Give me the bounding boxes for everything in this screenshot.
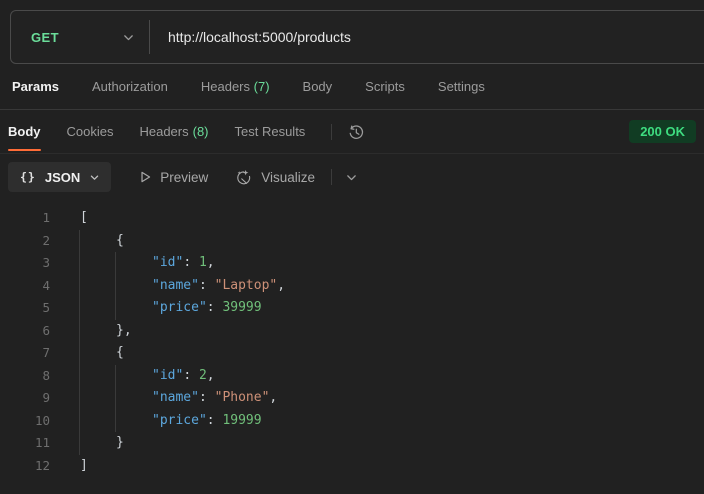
- indent-guide: [79, 364, 80, 387]
- code-line: 6},: [0, 319, 704, 342]
- line-number: 2: [42, 232, 50, 248]
- code-line: 11}: [0, 432, 704, 455]
- indent-guide: [79, 229, 80, 252]
- code-content: "name": "Laptop",: [79, 274, 704, 297]
- url-input[interactable]: http://localhost:5000/products: [150, 29, 351, 45]
- response-tab-cookies[interactable]: Cookies: [67, 110, 114, 153]
- line-number: 3: [42, 255, 50, 270]
- indent-guide: [79, 252, 80, 275]
- indent-guide: [79, 387, 80, 410]
- indent-guide: [115, 387, 116, 410]
- indent-guide: [115, 274, 116, 297]
- format-label: JSON: [44, 169, 81, 185]
- toolbar-divider: [331, 169, 333, 185]
- tab-scripts[interactable]: Scripts: [365, 79, 405, 94]
- status-badge: 200 OK: [629, 120, 696, 143]
- code-content: ]: [80, 457, 88, 473]
- tab-params[interactable]: Params: [12, 79, 59, 94]
- code-line: 4 "name": "Laptop",: [0, 274, 704, 297]
- more-options-button[interactable]: [345, 171, 358, 184]
- response-header: Body Cookies Headers (8) Test Results 200…: [0, 110, 704, 154]
- code-line: 8 "id": 2,: [0, 364, 704, 387]
- headers-count: (7): [253, 79, 270, 94]
- indent-guide: [115, 252, 116, 275]
- visualize-label: Visualize: [261, 169, 316, 185]
- line-number: 9: [42, 390, 50, 405]
- indent-guide: [115, 297, 116, 320]
- indent-guide: [79, 409, 80, 432]
- tab-headers[interactable]: Headers (7): [201, 79, 270, 94]
- code-content: "id": 2,: [79, 364, 704, 387]
- code-line: 2{: [0, 229, 704, 252]
- tab-body[interactable]: Body: [303, 79, 333, 94]
- code-line: 1[: [0, 207, 704, 230]
- history-icon: [346, 122, 366, 142]
- history-button[interactable]: [346, 110, 366, 153]
- chevron-down-icon: [345, 171, 358, 184]
- format-selector[interactable]: {} JSON: [8, 162, 112, 192]
- chevron-down-icon: [122, 31, 135, 44]
- request-url-bar: GET http://localhost:5000/products: [10, 10, 704, 64]
- code-content: {: [79, 342, 704, 365]
- code-content: {: [79, 229, 704, 252]
- line-number: 1: [42, 210, 50, 225]
- code-line: 7{: [0, 342, 704, 365]
- code-line: 3 "id": 1,: [0, 252, 704, 275]
- line-number: 10: [34, 412, 50, 428]
- indent-guide: [115, 409, 116, 432]
- method-label: GET: [31, 29, 59, 45]
- indent-guide: [79, 319, 80, 342]
- tab-settings[interactable]: Settings: [438, 79, 485, 94]
- chevron-down-icon: [89, 172, 100, 183]
- response-tab-body[interactable]: Body: [8, 110, 41, 153]
- tab-authorization[interactable]: Authorization: [92, 79, 168, 94]
- line-number: 12: [34, 457, 50, 473]
- code-content: }: [79, 432, 704, 455]
- curly-braces-icon: {}: [20, 170, 36, 184]
- response-header-divider: [331, 123, 333, 140]
- method-selector[interactable]: GET: [11, 11, 149, 63]
- sparkle-icon: [235, 168, 253, 186]
- code-line: 10 "price": 19999: [0, 409, 704, 432]
- indent-guide: [79, 297, 80, 320]
- code-area: 1[2{3 "id": 1, 4 "name": "Laptop", 5 "price":…: [0, 200, 704, 494]
- preview-label: Preview: [160, 169, 209, 185]
- code-content: "id": 1,: [79, 252, 704, 275]
- code-content: "price": 19999: [79, 409, 704, 432]
- response-tab-headers[interactable]: Headers (8): [139, 110, 208, 153]
- indent-guide: [115, 364, 116, 387]
- line-number: 5: [42, 300, 50, 315]
- code-content: "name": "Phone",: [79, 387, 704, 410]
- code-content: "price": 39999: [79, 297, 704, 320]
- indent-guide: [79, 342, 80, 365]
- play-icon: [138, 170, 152, 184]
- code-line: 5 "price": 39999: [0, 297, 704, 320]
- request-tabs: Params Authorization Headers (7) Body Sc…: [0, 64, 704, 110]
- code-line: 12]: [0, 455, 704, 478]
- line-number: 4: [42, 277, 50, 293]
- visualize-button[interactable]: Visualize: [235, 168, 315, 186]
- response-tab-test-results[interactable]: Test Results: [235, 110, 306, 153]
- line-number: 8: [42, 367, 50, 383]
- preview-button[interactable]: Preview: [138, 170, 208, 185]
- line-number: 6: [42, 322, 50, 338]
- indent-guide: [79, 432, 80, 455]
- indent-guide: [79, 274, 80, 297]
- code-content: },: [79, 319, 704, 342]
- response-view-toolbar: {} JSON Preview Visualize: [0, 154, 704, 200]
- code-content: [: [80, 210, 88, 225]
- line-number: 7: [42, 345, 50, 360]
- code-line: 9 "name": "Phone",: [0, 387, 704, 410]
- line-number: 11: [34, 435, 50, 450]
- response-headers-count: (8): [192, 124, 209, 139]
